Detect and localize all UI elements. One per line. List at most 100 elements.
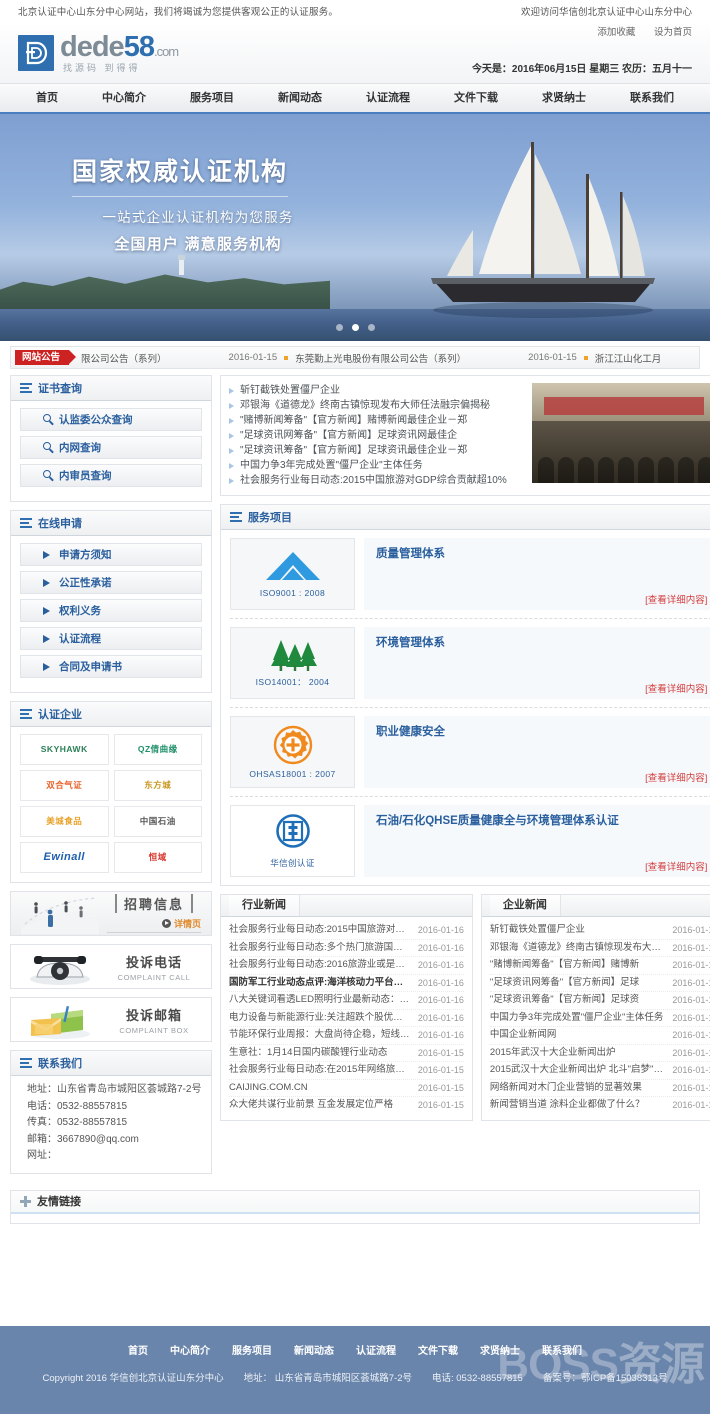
featured-photo[interactable]	[532, 383, 710, 483]
promo-recruitment[interactable]: 招聘信息 详情页	[10, 891, 212, 936]
tab-industry-news[interactable]: 行业新闻	[229, 895, 300, 916]
contact-address: 地址：山东省青岛市城阳区荟城路7-2号	[27, 1082, 202, 1099]
news-row[interactable]: 新闻营销当道 涂料企业都做了什么？2016-01-15	[490, 1097, 710, 1114]
sidebar-item-contract-application[interactable]: 合同及申请书	[20, 655, 202, 678]
footer-nav-downloads[interactable]: 文件下载	[418, 1342, 458, 1357]
news-row[interactable]: 斩钉截铁处置僵尸企业2016-01-16	[490, 922, 710, 940]
footer-address: 地址： 山东省青岛市城阳区荟城路7-2号	[244, 1370, 412, 1384]
service-thumb[interactable]: ISO14001： 2004	[230, 627, 355, 699]
nav-item-news[interactable]: 新闻动态	[256, 84, 344, 112]
nav-item-services[interactable]: 服务项目	[168, 84, 256, 112]
footer-icp[interactable]: 备案号：鄂ICP备15038313号	[543, 1370, 668, 1384]
nav-item-about[interactable]: 中心简介	[80, 84, 168, 112]
announcement-item[interactable]: 浙江江山化工月	[595, 351, 662, 365]
nav-item-contact[interactable]: 联系我们	[608, 84, 696, 112]
site-header: dede58.com 找源码 到得得 添加收藏 设为首页 今天是：2016年06…	[0, 22, 710, 84]
promo-title: 招聘信息	[115, 894, 193, 913]
list-item[interactable]: 斩钉截铁处置僵尸企业	[229, 383, 524, 398]
banner-dot-3[interactable]	[368, 324, 375, 331]
footer-nav-process[interactable]: 认证流程	[356, 1342, 396, 1357]
news-row[interactable]: "足球资讯网筹备"【官方新闻】足球2016-01-16	[490, 975, 710, 993]
promo-complaint-call[interactable]: 投诉电话 COMPLAINT CALL	[10, 944, 212, 989]
client-logo[interactable]: Ewinall	[20, 842, 109, 873]
news-title: 社会服务行业每日动态:2016旅游业或是转型与	[229, 957, 412, 974]
service-title[interactable]: 职业健康安全	[376, 723, 707, 739]
list-item[interactable]: "足球资讯网筹备"【官方新闻】足球资讯网最佳企	[229, 428, 524, 443]
hero-banner[interactable]: 国家权威认证机构 一站式企业认证机构为您服务 全国用户 满意服务机构	[0, 114, 710, 341]
footer-nav-news[interactable]: 新闻动态	[294, 1342, 334, 1357]
service-title[interactable]: 石油/石化QHSE质量健康全与环境管理体系认证	[376, 812, 707, 828]
sidebar-item-intranet-query[interactable]: 内网查询	[20, 436, 202, 459]
footer-nav-services[interactable]: 服务项目	[232, 1342, 272, 1357]
service-more-link[interactable]: [查看详细内容]	[376, 770, 707, 784]
service-title[interactable]: 质量管理体系	[376, 545, 707, 561]
news-date: 2016-01-16	[672, 975, 710, 992]
service-more-link[interactable]: [查看详细内容]	[376, 859, 707, 873]
banner-dot-1[interactable]	[336, 324, 343, 331]
list-item[interactable]: 社会服务行业每日动态:2015中国旅游对GDP综合贡献超10%	[229, 473, 524, 488]
sidebar-item-label: 内审员查询	[59, 468, 112, 483]
news-row[interactable]: 社会服务行业每日动态:在2015年网络旅游销售2016-01-15	[229, 1062, 464, 1080]
banner-copy: 国家权威认证机构 一站式企业认证机构为您服务 全国用户 满意服务机构	[72, 152, 372, 254]
sidebar-item-cert-process[interactable]: 认证流程	[20, 627, 202, 650]
sidebar-item-rights-obligations[interactable]: 权利义务	[20, 599, 202, 622]
list-item[interactable]: 中国力争3年完成处置"僵尸企业"主体任务	[229, 458, 524, 473]
news-row[interactable]: 八大关键词看透LED照明行业最新动态：勤上华2016-01-16	[229, 992, 464, 1010]
news-row[interactable]: CAIJING.COM.CN2016-01-15	[229, 1080, 464, 1098]
sidebar-item-impartiality-commitment[interactable]: 公正性承诺	[20, 571, 202, 594]
news-row[interactable]: 众大佬共谋行业前景 互金发展定位严格2016-01-15	[229, 1097, 464, 1114]
sidebar-item-applicant-notice[interactable]: 申请方须知	[20, 543, 202, 566]
news-row[interactable]: 中国企业新闻网2016-01-16	[490, 1027, 710, 1045]
sidebar-item-auditor-query[interactable]: 内审员查询	[20, 464, 202, 487]
nav-item-process[interactable]: 认证流程	[344, 84, 432, 112]
banner-dot-2[interactable]	[352, 324, 359, 331]
news-row[interactable]: 社会服务行业每日动态:2015中国旅游对GDP综合2016-01-16	[229, 922, 464, 940]
footer-nav-contact[interactable]: 联系我们	[542, 1342, 582, 1357]
client-logo[interactable]: 双合气证	[20, 770, 109, 801]
footer-nav-careers[interactable]: 求贤纳士	[480, 1342, 520, 1357]
news-row[interactable]: 社会服务行业每日动态:多个热门旅游国家放宽2016-01-16	[229, 940, 464, 958]
site-logo[interactable]: dede58.com 找源码 到得得	[18, 33, 178, 73]
service-thumb[interactable]: 华信创认证	[230, 805, 355, 877]
client-logo[interactable]: 恒域	[114, 842, 203, 873]
footer-nav-home[interactable]: 首页	[128, 1342, 148, 1357]
nav-item-home[interactable]: 首页	[14, 84, 80, 112]
list-item[interactable]: "赌博新闻筹备"【官方新闻】赌博新闻最佳企业－郑	[229, 413, 524, 428]
promo-complaint-box[interactable]: 投诉邮箱 COMPLAINT BOX	[10, 997, 212, 1042]
service-more-link[interactable]: [查看详细内容]	[376, 681, 707, 695]
announcement-item[interactable]: 东莞勤上光电股份有限公司公告（系列）	[295, 351, 466, 365]
news-row[interactable]: 邓银海《道德龙》终南古镇惊现发布大师任法融2016-01-16	[490, 940, 710, 958]
client-logo[interactable]: QZ倩曲缘	[114, 734, 203, 765]
service-thumb[interactable]: OHSAS18001 : 2007	[230, 716, 355, 788]
news-row[interactable]: 2015年武汉十大企业新闻出炉2016-01-15	[490, 1045, 710, 1063]
news-row[interactable]: 2015武汉十大企业新闻出炉 北斗"启梦"芯片2016-01-15	[490, 1062, 710, 1080]
nav-item-downloads[interactable]: 文件下载	[432, 84, 520, 112]
announcement-item[interactable]: 限公司公告（系列）	[81, 351, 167, 365]
nav-item-careers[interactable]: 求贤纳士	[520, 84, 608, 112]
news-row[interactable]: 电力设备与新能源行业:关注超跌个股优质成长2016-01-16	[229, 1010, 464, 1028]
service-more-link[interactable]: [查看详细内容]	[376, 592, 707, 606]
client-logo[interactable]: 美城食品	[20, 806, 109, 837]
service-title[interactable]: 环境管理体系	[376, 634, 707, 650]
sidebar-item-cnca-public-query[interactable]: 认监委公众查询	[20, 408, 202, 431]
announcement-tag: 网站公告	[15, 350, 69, 365]
add-favorite-link[interactable]: 添加收藏	[597, 27, 635, 38]
news-row[interactable]: 节能环保行业周报：大盘尚待企稳，短线关注超2016-01-16	[229, 1027, 464, 1045]
footer-nav-about[interactable]: 中心简介	[170, 1342, 210, 1357]
news-row[interactable]: 国防军工行业动态点评:海洋核动力平台立项2016-01-16	[229, 975, 464, 993]
client-logo[interactable]: SKYHAWK	[20, 734, 109, 765]
news-row[interactable]: 中国力争3年完成处置"僵尸企业"主体任务2016-01-16	[490, 1010, 710, 1028]
news-row[interactable]: "赌博新闻筹备"【官方新闻】赌博新2016-01-16	[490, 957, 710, 975]
promo-more-link[interactable]: 详情页	[107, 917, 201, 933]
service-thumb[interactable]: ISO9001 : 2008	[230, 538, 355, 610]
client-logo[interactable]: 中国石油	[114, 806, 203, 837]
client-logo[interactable]: 东方城	[114, 770, 203, 801]
list-item[interactable]: 邓银海《道德龙》终南古镇惊现发布大师任法融宗偏揭秘	[229, 398, 524, 413]
news-row[interactable]: 网络新闻对木门企业营销的显著效果2016-01-15	[490, 1080, 710, 1098]
list-item[interactable]: "足球资讯筹备"【官方新闻】足球资讯最佳企业－郑	[229, 443, 524, 458]
news-row[interactable]: "足球资讯筹备"【官方新闻】足球资2016-01-16	[490, 992, 710, 1010]
news-row[interactable]: 社会服务行业每日动态:2016旅游业或是转型与2016-01-16	[229, 957, 464, 975]
news-row[interactable]: 生意社：1月14日国内碳酸锂行业动态2016-01-15	[229, 1045, 464, 1063]
set-homepage-link[interactable]: 设为首页	[654, 27, 692, 38]
tab-company-news[interactable]: 企业新闻	[490, 895, 561, 916]
